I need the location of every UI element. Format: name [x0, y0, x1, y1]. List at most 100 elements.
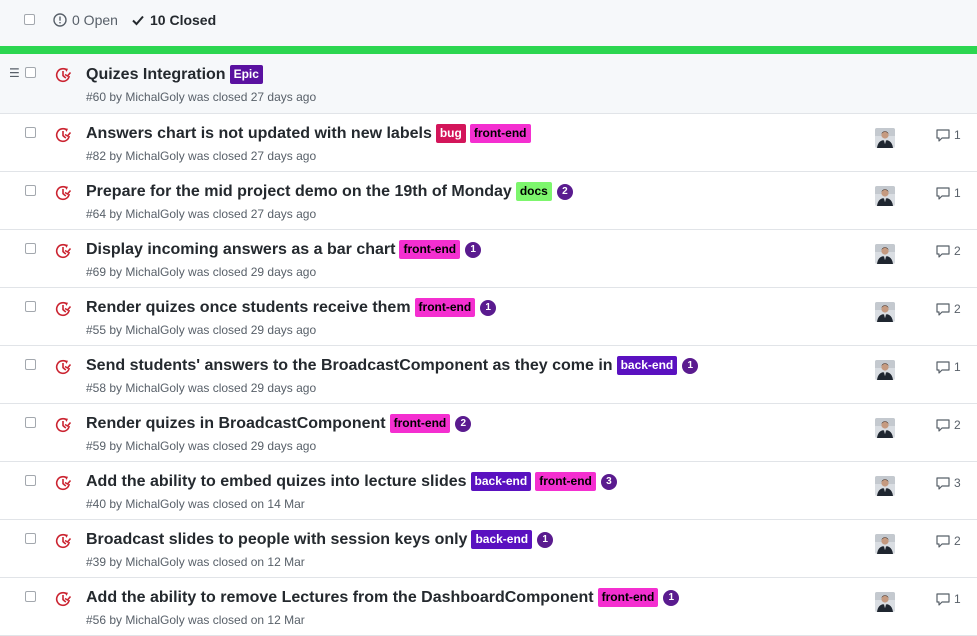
- issue-checkbox[interactable]: [25, 301, 36, 312]
- issue-row[interactable]: ☰ Quizes Integration Epic #60 by MichalGoly…: [0, 54, 977, 114]
- issue-closed-icon: [55, 475, 72, 496]
- issue-row[interactable]: Render quizes once students receive them…: [0, 288, 977, 346]
- issue-closed-icon: [55, 185, 72, 206]
- issue-meta: #82 by MichalGoly was closed 27 days ago: [86, 149, 317, 163]
- issue-title-link[interactable]: Render quizes once students receive them: [86, 299, 411, 317]
- comment-icon: [936, 592, 954, 606]
- issue-label[interactable]: front-end: [469, 124, 531, 143]
- comment-icon: [936, 476, 954, 490]
- issue-label[interactable]: back-end: [616, 356, 678, 375]
- comments-link[interactable]: 1: [936, 360, 961, 374]
- issue-checkbox[interactable]: [25, 243, 36, 254]
- issue-row[interactable]: Broadcast slides to people with session …: [0, 520, 977, 578]
- comment-count: 2: [954, 302, 961, 316]
- milestone-progress-bar: [0, 46, 977, 54]
- issue-title-link[interactable]: Answers chart is not updated with new la…: [86, 125, 432, 143]
- issue-label[interactable]: bug: [435, 124, 466, 143]
- issue-title-link[interactable]: Send students' answers to the BroadcastC…: [86, 357, 613, 375]
- issue-list: ☰ Quizes Integration Epic #60 by MichalGoly…: [0, 54, 977, 636]
- issue-row[interactable]: Add the ability to embed quizes into lec…: [0, 462, 977, 520]
- open-issues-filter[interactable]: 0 Open: [53, 12, 118, 28]
- issue-row[interactable]: Send students' answers to the BroadcastC…: [0, 346, 977, 404]
- issue-checkbox[interactable]: [25, 185, 36, 196]
- issue-label[interactable]: front-end: [597, 588, 659, 607]
- comments-link[interactable]: 1: [936, 592, 961, 606]
- issue-meta: #59 by MichalGoly was closed 29 days ago: [86, 439, 317, 453]
- assignee-avatar[interactable]: [875, 360, 895, 380]
- comments-link[interactable]: 2: [936, 244, 961, 258]
- issue-checkbox[interactable]: [25, 359, 36, 370]
- issue-title-link[interactable]: Add the ability to embed quizes into lec…: [86, 473, 467, 491]
- comments-link[interactable]: 2: [936, 534, 961, 548]
- closed-issues-filter[interactable]: 10 Closed: [131, 12, 216, 28]
- comment-count: 2: [954, 534, 961, 548]
- comments-link[interactable]: 2: [936, 418, 961, 432]
- comment-icon: [936, 244, 954, 258]
- issue-title-link[interactable]: Display incoming answers as a bar chart: [86, 241, 395, 259]
- issue-label[interactable]: Epic: [229, 65, 263, 84]
- issue-label[interactable]: back-end: [470, 472, 532, 491]
- issue-label[interactable]: front-end: [399, 240, 461, 259]
- comment-icon: [936, 360, 954, 374]
- issue-label[interactable]: front-end: [389, 414, 451, 433]
- issue-row[interactable]: Answers chart is not updated with new la…: [0, 114, 977, 172]
- comments-link[interactable]: 1: [936, 186, 961, 200]
- issue-closed-icon: [55, 67, 72, 88]
- issue-meta: #69 by MichalGoly was closed 29 days ago: [86, 265, 317, 279]
- issue-label[interactable]: back-end: [471, 530, 533, 549]
- comment-icon: [936, 534, 954, 548]
- comment-count: 1: [954, 128, 961, 142]
- comment-icon: [936, 186, 954, 200]
- comments-link[interactable]: 3: [936, 476, 961, 490]
- progress-fill: [0, 46, 977, 54]
- issue-meta: #56 by MichalGoly was closed on 12 Mar: [86, 613, 305, 627]
- issue-checkbox[interactable]: [25, 475, 36, 486]
- closed-count-label: 10 Closed: [150, 12, 217, 28]
- issue-closed-icon: [55, 417, 72, 438]
- issue-title-link[interactable]: Render quizes in BroadcastComponent: [86, 415, 386, 433]
- assignee-avatar[interactable]: [875, 418, 895, 438]
- subtask-count-badge: 2: [455, 415, 472, 432]
- issue-meta: #55 by MichalGoly was closed 29 days ago: [86, 323, 317, 337]
- assignee-avatar[interactable]: [875, 302, 895, 322]
- issue-label[interactable]: docs: [515, 182, 552, 201]
- issue-checkbox[interactable]: [25, 127, 36, 138]
- assignee-avatar[interactable]: [875, 186, 895, 206]
- issue-label[interactable]: front-end: [414, 298, 476, 317]
- issue-title-line: Answers chart is not updated with new la…: [86, 124, 531, 143]
- issue-checkbox[interactable]: [25, 417, 36, 428]
- issue-row[interactable]: Render quizes in BroadcastComponent front…: [0, 404, 977, 462]
- issue-closed-icon: [55, 243, 72, 264]
- comment-count: 1: [954, 186, 961, 200]
- issue-checkbox[interactable]: [25, 67, 36, 78]
- assignee-avatar[interactable]: [875, 244, 895, 264]
- issue-row[interactable]: Display incoming answers as a bar chart f…: [0, 230, 977, 288]
- issue-label[interactable]: front-end: [535, 472, 596, 491]
- comment-count: 2: [954, 418, 961, 432]
- issue-row[interactable]: Add the ability to remove Lectures from …: [0, 578, 977, 636]
- comments-link[interactable]: 1: [936, 128, 961, 142]
- issue-title-link[interactable]: Prepare for the mid project demo on the …: [86, 183, 512, 201]
- select-all-checkbox[interactable]: [24, 14, 35, 25]
- assignee-avatar[interactable]: [875, 592, 895, 612]
- issue-title-line: Render quizes once students receive them…: [86, 298, 497, 317]
- issue-checkbox[interactable]: [25, 533, 36, 544]
- issue-closed-icon: [55, 301, 72, 322]
- issue-title-link[interactable]: Quizes Integration: [86, 66, 226, 84]
- issue-closed-icon: [55, 533, 72, 554]
- comments-link[interactable]: 2: [936, 302, 961, 316]
- comment-icon: [936, 128, 954, 142]
- drag-handle-icon[interactable]: ☰: [9, 67, 20, 79]
- issue-title-link[interactable]: Add the ability to remove Lectures from …: [86, 589, 594, 607]
- assignee-avatar[interactable]: [875, 476, 895, 496]
- assignee-avatar[interactable]: [875, 534, 895, 554]
- issue-title-link[interactable]: Broadcast slides to people with session …: [86, 531, 467, 549]
- assignee-avatar[interactable]: [875, 128, 895, 148]
- comment-icon: [936, 418, 954, 432]
- issue-title-line: Broadcast slides to people with session …: [86, 530, 554, 549]
- issue-title-line: Render quizes in BroadcastComponent front…: [86, 414, 472, 433]
- issues-header: 0 Open 10 Closed: [0, 0, 977, 47]
- issue-checkbox[interactable]: [25, 591, 36, 602]
- issue-meta: #60 by MichalGoly was closed 27 days ago: [86, 90, 317, 104]
- issue-row[interactable]: Prepare for the mid project demo on the …: [0, 172, 977, 230]
